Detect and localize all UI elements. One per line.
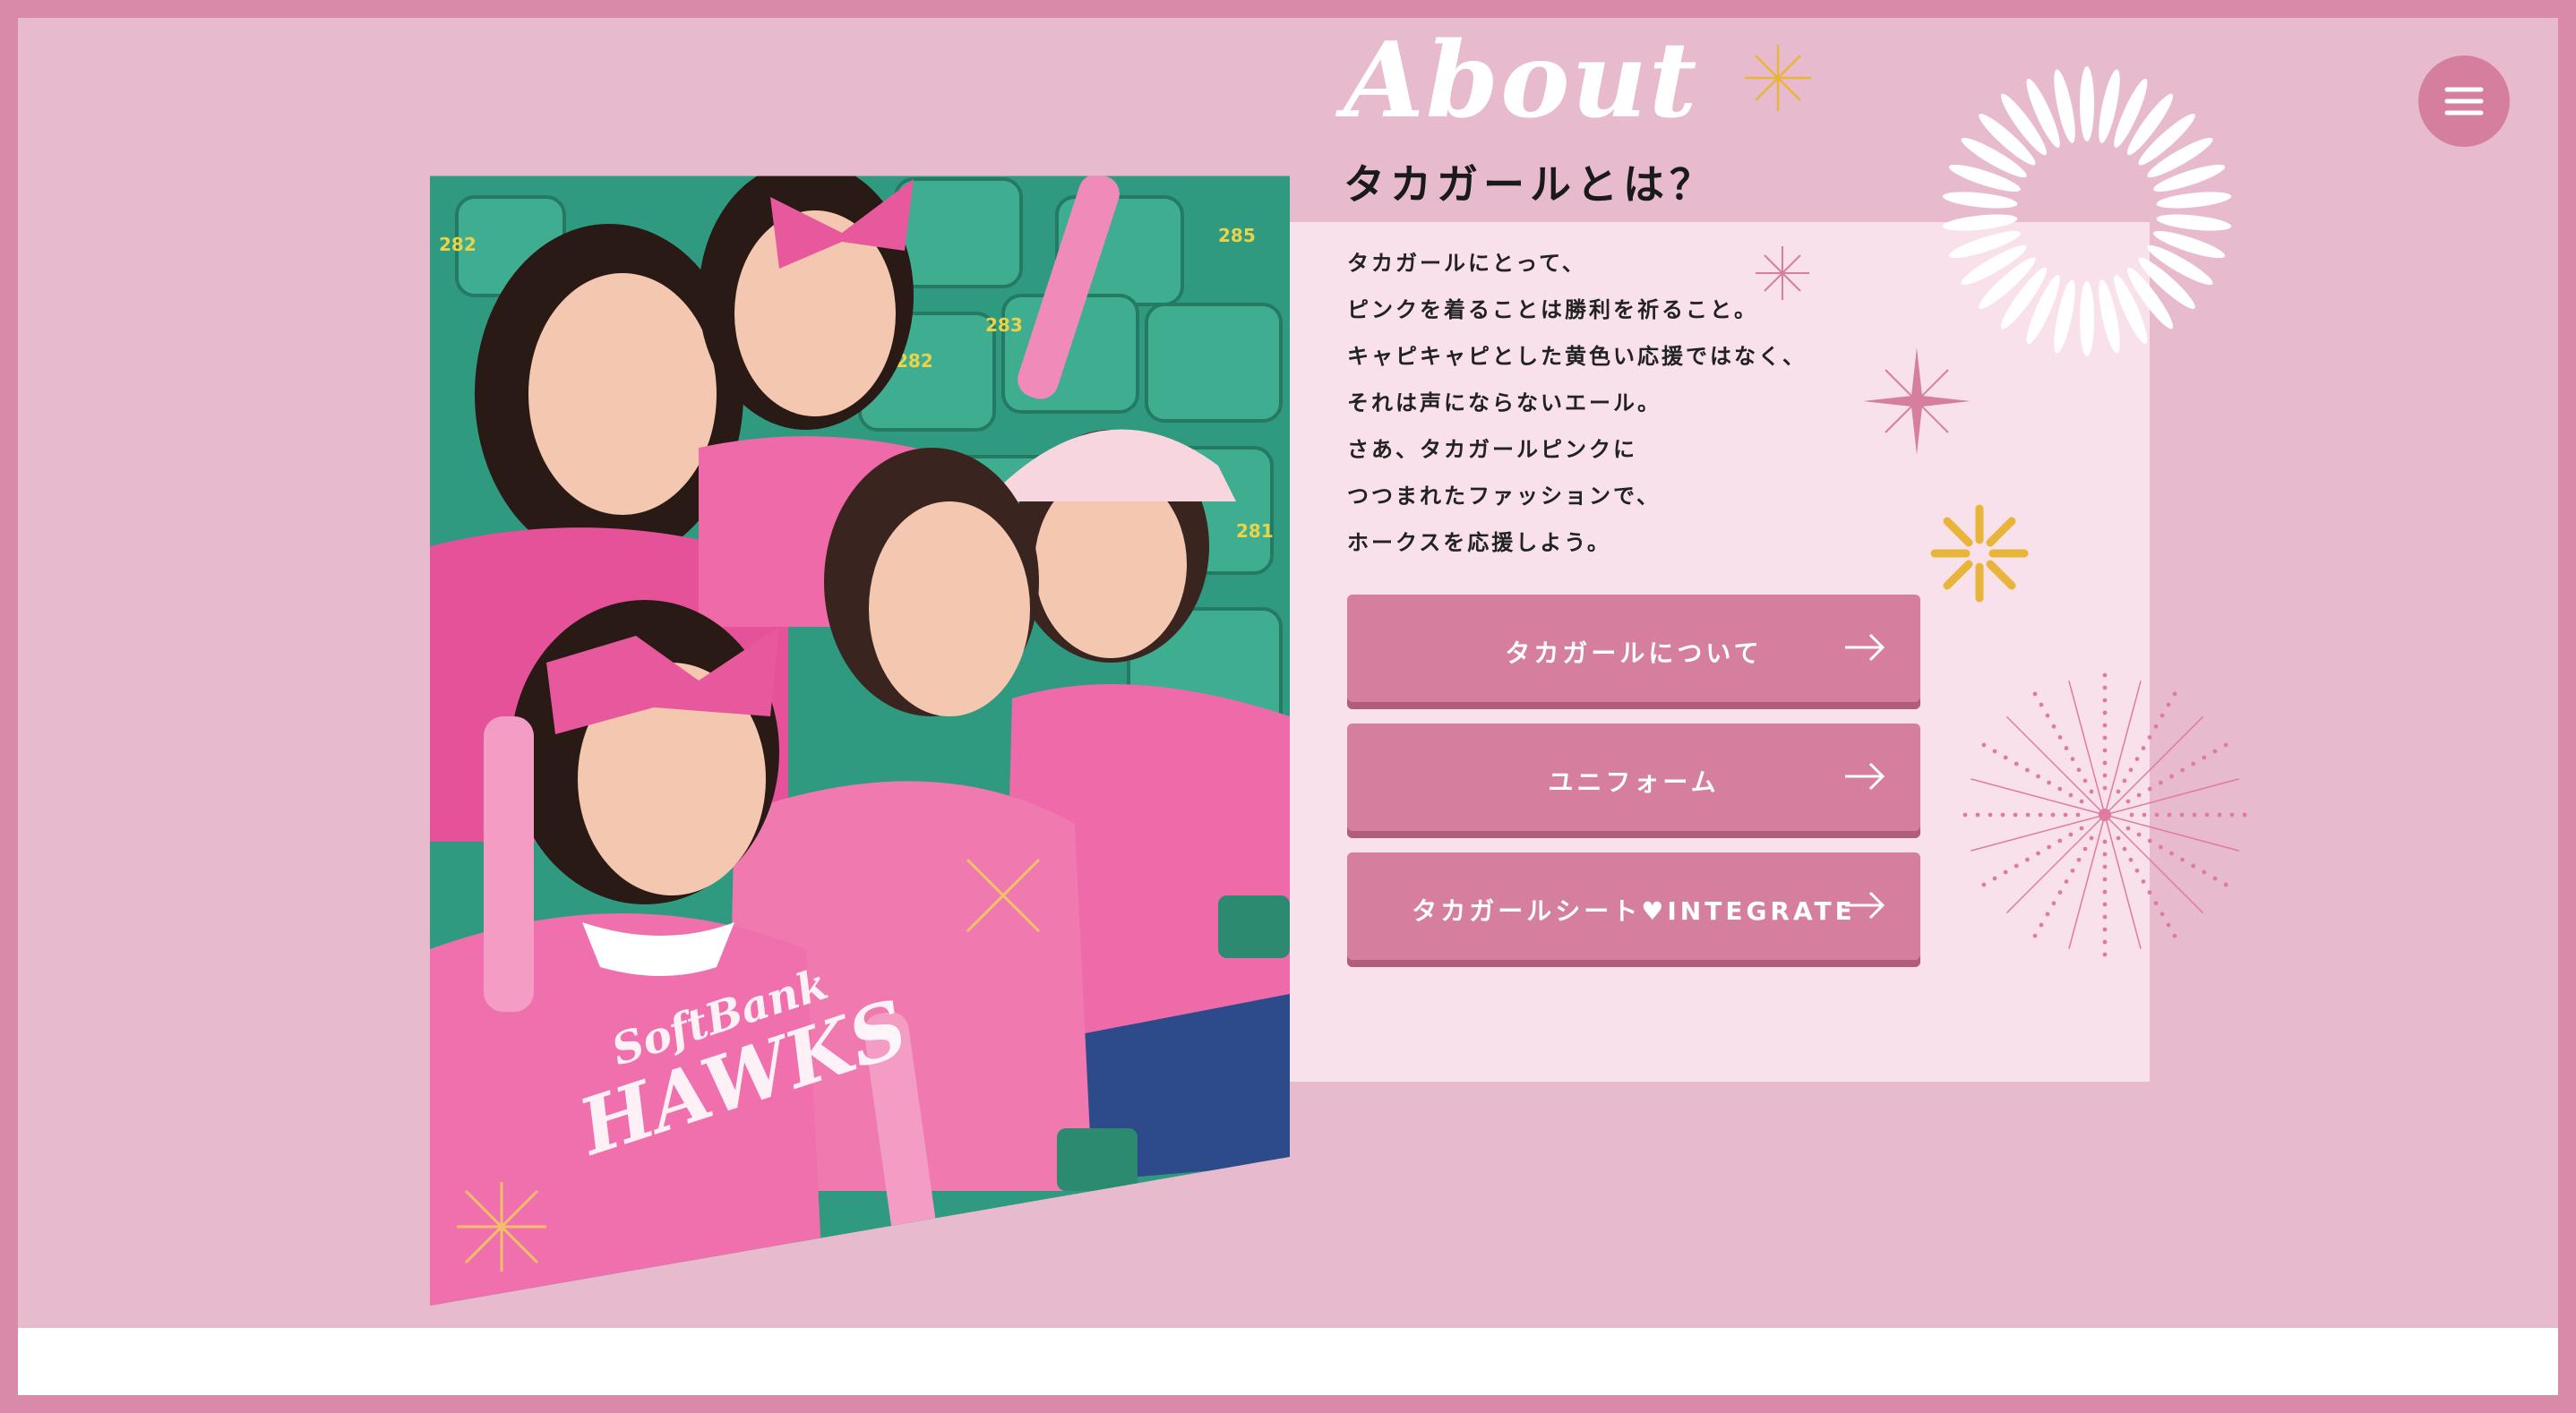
about-takagirl-button[interactable]: タカガールについて bbox=[1347, 595, 1920, 709]
seat-number: 285 bbox=[1218, 225, 1256, 246]
page-subtitle: タカガールとは？ bbox=[1344, 160, 1716, 209]
about-heading: About bbox=[1344, 20, 1699, 141]
seat-number: 281 bbox=[1236, 520, 1274, 542]
paragraph-line: ホークスを応援しよう。 bbox=[1347, 530, 1611, 555]
uniform-button[interactable]: ユニフォーム bbox=[1347, 724, 1920, 838]
takagirl-seat-integrate-button[interactable]: タカガールシート♥INTEGRATE bbox=[1347, 852, 1920, 967]
gold-burst-icon bbox=[1930, 504, 2029, 603]
pink-sparkle-icon bbox=[1756, 246, 1809, 300]
cheering-girls-photo: 282 283 285 282 281 SoftBank HAWKS bbox=[430, 176, 1290, 1306]
button-label: タカガールシート♥INTEGRATE bbox=[1412, 896, 1856, 926]
paragraph-line: ピンクを着ることは勝利を祈ること。 bbox=[1347, 297, 1758, 322]
button-label: ユニフォーム bbox=[1548, 767, 1720, 797]
arrow-right-icon bbox=[1845, 633, 1885, 662]
arrow-right-icon bbox=[1845, 762, 1885, 791]
gold-sparkle-icon bbox=[1745, 45, 1811, 111]
white-firework-icon bbox=[1942, 66, 2232, 356]
pink-dotted-firework-icon bbox=[1962, 672, 2247, 957]
paragraph-line: タカガールにとって、 bbox=[1347, 251, 1586, 276]
seat-number: 282 bbox=[439, 234, 477, 255]
about-section: 282 283 285 282 281 SoftBank HAWKS About… bbox=[18, 18, 2558, 1328]
hamburger-menu-icon bbox=[2444, 87, 2484, 116]
pink-star-sparkle-icon bbox=[1863, 347, 1971, 455]
seat-number: 283 bbox=[985, 314, 1023, 336]
page-frame: 282 283 285 282 281 SoftBank HAWKS About… bbox=[18, 18, 2558, 1395]
arrow-right-icon bbox=[1845, 891, 1885, 920]
hamburger-menu-button[interactable] bbox=[2418, 56, 2510, 147]
button-label: タカガールについて bbox=[1505, 638, 1763, 668]
paragraph-line: つつまれたファッションで、 bbox=[1347, 484, 1662, 509]
